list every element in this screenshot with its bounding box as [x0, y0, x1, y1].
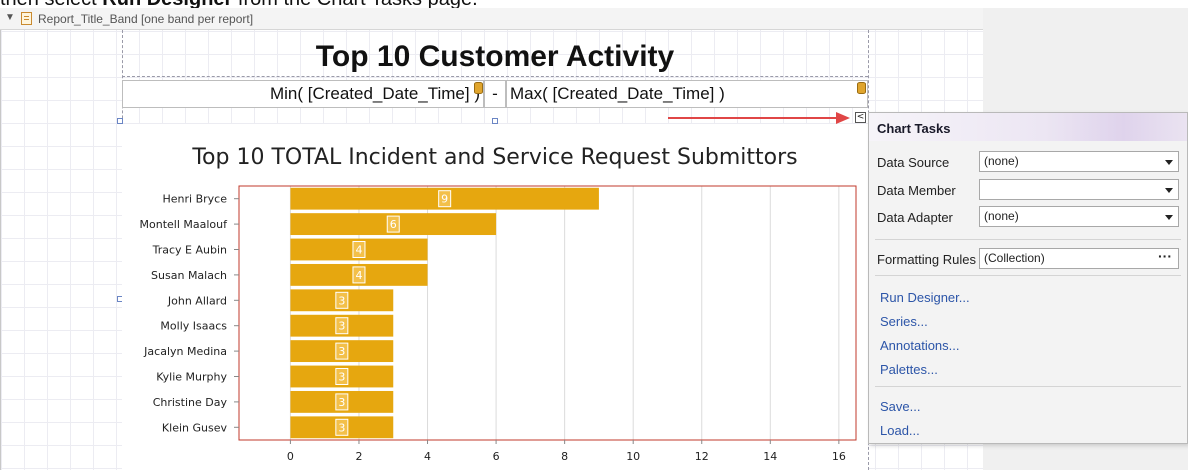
category-label: Molly Isaacs [160, 320, 227, 333]
load-link[interactable]: Load... [880, 423, 920, 438]
red-arrow-head-icon [836, 112, 850, 124]
formatting-rules-field[interactable]: (Collection) ··· [979, 248, 1179, 269]
smart-tag-icon[interactable]: < [855, 112, 866, 123]
category-label: Susan Malach [151, 269, 227, 282]
title-bottom-guide [122, 76, 868, 77]
data-adapter-combo[interactable]: (none) [979, 206, 1179, 227]
report-title[interactable]: Top 10 Customer Activity [122, 40, 868, 74]
chevron-down-icon[interactable] [1165, 160, 1173, 165]
palettes-link[interactable]: Palettes... [880, 362, 938, 377]
data-label: 4 [355, 269, 362, 282]
x-tick-label: 8 [561, 450, 568, 463]
category-label: John Allard [167, 294, 227, 307]
data-source-label: Data Source [877, 155, 950, 170]
x-tick-label: 10 [626, 450, 640, 463]
save-link[interactable]: Save... [880, 399, 920, 414]
chart-control[interactable]: Top 10 TOTAL Incident and Service Reques… [122, 124, 868, 470]
series-link[interactable]: Series... [880, 314, 928, 329]
formatting-rules-value: (Collection) [984, 251, 1045, 265]
chart-title: Top 10 TOTAL Incident and Service Reques… [191, 145, 797, 170]
category-label: Kylie Murphy [156, 371, 227, 384]
collapse-triangle-icon[interactable]: ▼ [5, 12, 15, 23]
chart-tasks-panel: Chart Tasks Data Source (none) Data Memb… [868, 112, 1188, 444]
x-tick-label: 0 [287, 450, 294, 463]
separator [875, 275, 1181, 276]
ellipsis-button[interactable]: ··· [1158, 247, 1172, 266]
data-adapter-value: (none) [984, 209, 1019, 223]
x-tick-label: 4 [424, 450, 431, 463]
data-adapter-label: Data Adapter [877, 210, 953, 225]
run-designer-link[interactable]: Run Designer... [880, 290, 970, 305]
x-tick-label: 14 [763, 450, 777, 463]
separator [875, 239, 1181, 240]
data-label: 3 [338, 294, 345, 307]
min-date-expression: Min( [Created_Date_Time] ) [269, 84, 480, 103]
data-label: 6 [390, 218, 397, 231]
data-member-label: Data Member [877, 183, 956, 198]
data-source-value: (none) [984, 154, 1019, 168]
x-tick-label: 2 [355, 450, 362, 463]
data-label: 3 [338, 345, 345, 358]
x-tick-label: 16 [832, 450, 846, 463]
red-arrow-line [668, 117, 838, 119]
data-label: 3 [338, 320, 345, 333]
data-label: 3 [338, 421, 345, 434]
x-tick-label: 12 [695, 450, 709, 463]
data-member-combo[interactable] [979, 179, 1179, 200]
category-label: Jacalyn Medina [143, 345, 227, 358]
separator [875, 386, 1181, 387]
data-label: 9 [441, 193, 448, 206]
max-date-expression: Max( [Created_Date_Time] ) [510, 84, 725, 103]
database-icon [474, 82, 483, 94]
annotations-link[interactable]: Annotations... [880, 338, 960, 353]
category-label: Tracy E Aubin [152, 244, 227, 257]
chart-tasks-header: Chart Tasks [869, 113, 1187, 141]
chevron-down-icon[interactable] [1165, 215, 1173, 220]
data-label: 4 [355, 244, 362, 257]
chart-svg: Top 10 TOTAL Incident and Service Reques… [140, 145, 857, 463]
category-label: Christine Day [153, 396, 228, 409]
x-tick-label: 6 [493, 450, 500, 463]
max-date-cell[interactable]: Max( [Created_Date_Time] ) [506, 80, 868, 108]
category-label: Montell Maalouf [140, 218, 229, 231]
dash-text: - [492, 84, 498, 103]
data-label: 3 [338, 371, 345, 384]
data-source-combo[interactable]: (none) [979, 151, 1179, 172]
formatting-rules-label: Formatting Rules [877, 252, 976, 267]
category-label: Klein Gusev [162, 421, 228, 434]
min-date-cell[interactable]: Min( [Created_Date_Time] ) [122, 80, 484, 108]
chart-tasks-title: Chart Tasks [877, 121, 951, 136]
dash-cell[interactable]: - [484, 80, 506, 108]
chevron-down-icon[interactable] [1165, 188, 1173, 193]
band-label: Report_Title_Band [one band per report] [38, 12, 254, 26]
category-label: Henri Bryce [163, 193, 228, 206]
report-title-band-header[interactable]: ▼ Report_Title_Band [one band per report… [0, 8, 983, 30]
database-icon [857, 82, 866, 94]
data-label: 3 [338, 396, 345, 409]
band-icon [21, 12, 32, 25]
